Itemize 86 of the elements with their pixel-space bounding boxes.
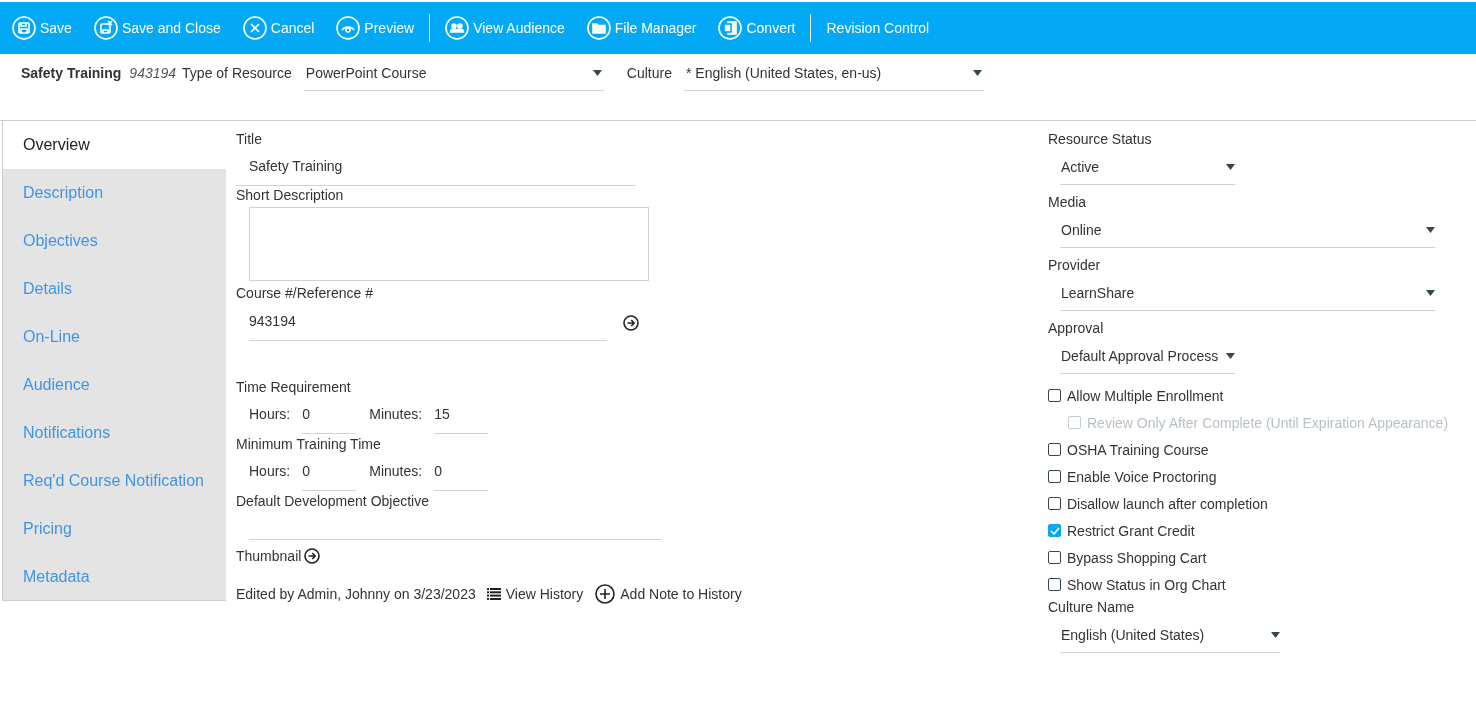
sidebar-tab[interactable]: Req'd Course Notification <box>2 457 226 505</box>
checkbox-label: Bypass Shopping Cart <box>1067 549 1207 566</box>
sidebar-tab[interactable]: Metadata <box>2 553 226 601</box>
field-label: Type of Resource <box>182 65 292 81</box>
plus-circle-icon <box>595 584 616 604</box>
dropdown-select[interactable]: Online <box>1060 222 1435 248</box>
sidebar-tab[interactable]: Notifications <box>2 409 226 457</box>
people-icon <box>445 16 470 40</box>
field-label: Time Requirement <box>236 379 352 397</box>
checkbox[interactable] <box>1048 389 1061 402</box>
dropdown-caret-icon <box>1271 632 1280 638</box>
title-field[interactable]: Safety Training <box>236 151 636 186</box>
hours-label: Hours: <box>249 463 291 479</box>
field-label: Resource Status <box>1048 131 1153 149</box>
hours-field[interactable]: 0 <box>302 463 357 491</box>
toolbar-button[interactable]: Save <box>12 16 72 40</box>
document-icon <box>718 16 743 40</box>
dropdown-caret-icon <box>1226 164 1235 170</box>
field-label: Provider <box>1048 257 1102 275</box>
field-label: Culture <box>626 65 672 81</box>
checkbox[interactable] <box>1048 470 1061 483</box>
toolbar-button[interactable]: Preview <box>336 16 415 40</box>
dropdown-caret-icon <box>592 70 602 76</box>
toolbar-button[interactable]: File Manager <box>586 16 697 40</box>
checkbox[interactable] <box>1048 551 1061 564</box>
field-label: Title <box>236 131 263 149</box>
dropdown-select[interactable]: Active <box>1060 159 1235 185</box>
arrow-circle-icon[interactable] <box>304 548 321 564</box>
culture-select[interactable]: * English (United States, en-us) <box>683 62 984 91</box>
checkbox[interactable] <box>1048 578 1061 591</box>
dropdown-select[interactable]: Default Approval Process <box>1060 348 1235 374</box>
checkbox[interactable] <box>1048 443 1061 456</box>
checkbox-label: Review Only After Complete (Until Expiration Appearance) <box>1087 414 1449 431</box>
list-icon <box>486 588 501 600</box>
dropdown-caret-icon <box>972 70 982 76</box>
cancel-icon <box>242 16 267 40</box>
field-label: Approval <box>1048 320 1105 338</box>
toolbar-button[interactable]: Cancel <box>242 16 315 40</box>
checkbox-label: Show Status in Org Chart <box>1067 576 1226 593</box>
checkbox-label: OSHA Training Course <box>1067 441 1209 458</box>
hours-field[interactable]: 0 <box>302 406 357 434</box>
add-note-link[interactable]: Add Note to History <box>595 584 742 604</box>
checkbox-label: Restrict Grant Credit <box>1067 522 1195 539</box>
sidebar-tab[interactable]: On-Line <box>2 313 226 361</box>
minutes-field[interactable]: 0 <box>434 463 489 491</box>
minutes-label: Minutes: <box>369 406 423 422</box>
checkbox-label: Enable Voice Proctoring <box>1067 468 1217 485</box>
course-number-field[interactable]: 943194 <box>249 305 607 341</box>
edited-note: Edited by Admin, Johnny on 3/23/2023 <box>236 586 476 602</box>
minutes-field[interactable]: 15 <box>434 406 489 434</box>
resource-title: Safety Training <box>21 65 122 81</box>
toolbar-button[interactable]: Save and Close <box>93 16 221 40</box>
dropdown-caret-icon <box>1226 353 1235 359</box>
sidebar-tab[interactable]: Pricing <box>2 505 226 553</box>
minutes-label: Minutes: <box>369 463 423 479</box>
dropdown-caret-icon <box>1426 290 1435 296</box>
field-label: Culture Name <box>1048 599 1136 617</box>
sidebar-tab[interactable]: Objectives <box>2 217 226 265</box>
view-history-link[interactable]: View History <box>486 586 584 602</box>
toolbar-button[interactable]: View Audience <box>445 16 565 40</box>
sidebar-tab[interactable]: Details <box>2 265 226 313</box>
hours-label: Hours: <box>249 406 291 422</box>
checkbox[interactable] <box>1048 497 1061 510</box>
dropdown-select[interactable]: LearnShare <box>1060 285 1435 311</box>
dropdown-select[interactable]: English (United States) <box>1060 627 1280 653</box>
field-label: Media <box>1048 194 1088 212</box>
field-label: Thumbnail <box>236 548 302 564</box>
sidebar-tab[interactable]: Description <box>2 169 226 217</box>
field-label: Default Development Objective <box>236 493 430 511</box>
resource-type-select[interactable]: PowerPoint Course <box>303 62 604 91</box>
sidebar-tab[interactable]: Audience <box>2 361 226 409</box>
folder-icon <box>586 16 611 40</box>
field-label: Minimum Training Time <box>236 436 382 454</box>
checkbox-label: Disallow launch after completion <box>1067 495 1268 512</box>
resource-id: 943194 <box>129 65 177 81</box>
dropdown-caret-icon <box>1426 227 1435 233</box>
floppy-disk-icon <box>12 16 36 40</box>
toolbar-button[interactable]: Convert <box>718 16 796 40</box>
field-label: Course #/Reference # <box>236 285 374 303</box>
eye-icon <box>336 16 361 40</box>
field-label: Short Description <box>236 187 345 205</box>
arrow-circle-icon[interactable] <box>623 315 639 331</box>
floppy-disk-x-icon <box>93 16 118 40</box>
checkbox-label: Allow Multiple Enrollment <box>1067 387 1224 404</box>
toolbar-button[interactable]: Revision Control <box>826 20 930 36</box>
checkbox[interactable] <box>1048 524 1061 537</box>
